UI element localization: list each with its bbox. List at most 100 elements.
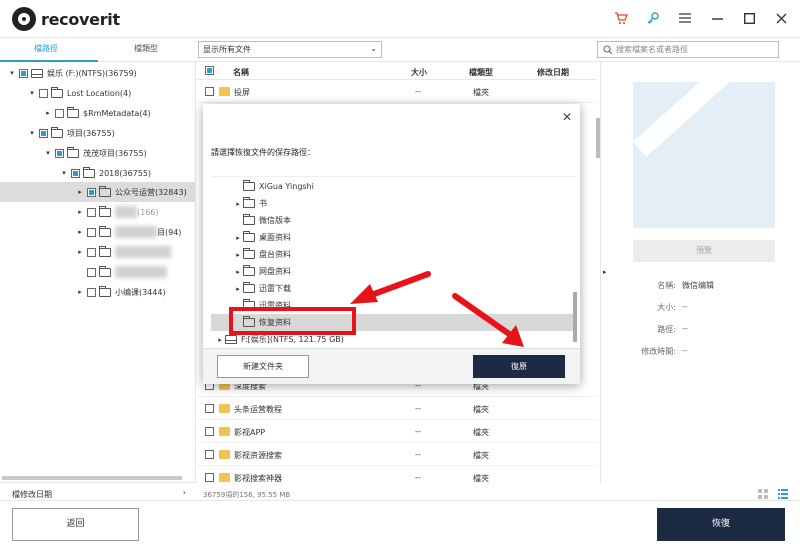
tree-node[interactable]: ▾ 项目(36755) xyxy=(0,123,195,143)
tree-node[interactable]: ▸ xyxy=(0,242,195,262)
folder-tree: ▾ 娱乐 (F:)(NTFS)(36759) ▾ Lost Location(4… xyxy=(0,62,196,482)
preview-thumbnail xyxy=(633,82,775,228)
close-icon[interactable] xyxy=(772,9,790,27)
chevron-right-icon[interactable]: ▸ xyxy=(76,188,84,196)
minimize-icon[interactable] xyxy=(708,9,726,27)
blurred-label xyxy=(115,226,157,238)
chevron-right-icon[interactable]: ▸ xyxy=(76,208,84,216)
tree-node[interactable]: ▾ Lost Location(4) xyxy=(0,83,195,103)
list-item[interactable]: 影视APP -- 檔夾 xyxy=(197,421,597,443)
tree-scrollbar[interactable] xyxy=(2,476,182,480)
checkbox[interactable] xyxy=(87,267,96,277)
select-all-checkbox[interactable] xyxy=(205,66,214,75)
column-size[interactable]: 大小 xyxy=(411,67,427,78)
preview-button[interactable]: 預覽 xyxy=(633,240,775,262)
tree-node[interactable]: ▾ 茂茂项目(36755) xyxy=(0,143,195,163)
list-item[interactable]: 投屏 -- 檔夾 xyxy=(197,81,597,103)
cart-icon[interactable] xyxy=(612,9,630,27)
tab-path[interactable]: 檔路徑 xyxy=(34,43,58,54)
checkbox[interactable] xyxy=(205,473,214,482)
dialog-tree-node[interactable]: 迅雷资料 xyxy=(211,297,577,314)
chevron-right-icon[interactable]: ▸ xyxy=(233,200,243,208)
column-type[interactable]: 檔類型 xyxy=(469,67,493,78)
restore-button[interactable]: 復原 xyxy=(473,355,565,378)
list-item[interactable]: 影视搜索神器 -- 檔夾 xyxy=(197,467,597,484)
dialog-tree-node[interactable]: ▸ 网盘资料 xyxy=(211,263,577,280)
checkbox[interactable] xyxy=(205,87,214,96)
checkbox[interactable] xyxy=(205,404,214,413)
tree-node-selected[interactable]: ▸ 公众号运营(32843) xyxy=(0,182,195,202)
checkbox[interactable] xyxy=(55,108,64,118)
tab-type[interactable]: 檔類型 xyxy=(134,43,158,54)
item-size: -- xyxy=(415,87,421,96)
item-size: -- xyxy=(415,404,421,413)
item-size: -- xyxy=(415,427,421,436)
checkbox[interactable] xyxy=(87,227,96,237)
collapse-panel-icon[interactable]: ▸ xyxy=(603,268,607,276)
menu-icon[interactable] xyxy=(676,9,694,27)
dialog-scrollbar[interactable] xyxy=(573,292,577,342)
dialog-tree-node-selected[interactable]: 恢复资料 xyxy=(211,314,577,331)
chevron-right-icon[interactable]: ▸ xyxy=(233,251,243,259)
chevron-down-icon[interactable]: ▾ xyxy=(28,129,36,137)
checkbox[interactable] xyxy=(87,247,96,257)
checkbox[interactable] xyxy=(87,207,96,217)
sort-by-modified[interactable]: 檔修改日期 › xyxy=(0,482,196,502)
chevron-right-icon[interactable]: ▸ xyxy=(233,268,243,276)
dialog-tree-node[interactable]: ▸ 书 xyxy=(211,195,577,212)
checkbox[interactable] xyxy=(205,450,214,459)
chevron-right-icon[interactable]: ▸ xyxy=(215,336,225,344)
chevron-right-icon[interactable]: ▸ xyxy=(233,234,243,242)
column-name[interactable]: 名稱 xyxy=(233,67,249,78)
chevron-down-icon[interactable]: ▾ xyxy=(28,89,36,97)
checkbox[interactable] xyxy=(87,287,96,297)
checkbox[interactable] xyxy=(55,148,64,158)
blurred-label xyxy=(115,206,137,218)
dialog-tree-node[interactable]: XiGua Yingshi xyxy=(211,178,577,195)
chevron-right-icon[interactable]: ▸ xyxy=(76,248,84,256)
dialog-tree-node[interactable]: ▸ 盘台资料 xyxy=(211,246,577,263)
recover-button[interactable]: 恢復 xyxy=(657,508,785,541)
tree-node[interactable]: ▾ 2018(36755) xyxy=(0,163,195,183)
file-filter-select[interactable]: 显示所有文件 ⌄ xyxy=(198,41,382,58)
chevron-down-icon[interactable]: ▾ xyxy=(44,149,52,157)
chevron-right-icon[interactable]: ▸ xyxy=(76,228,84,236)
chevron-right-icon[interactable]: ▸ xyxy=(44,109,52,117)
checkbox[interactable] xyxy=(71,168,80,178)
tree-node-label: $RmMetadata(4) xyxy=(83,108,151,118)
checkbox[interactable] xyxy=(19,68,28,78)
chevron-right-icon[interactable]: ▸ xyxy=(233,285,243,293)
list-item[interactable]: 影视资源搜索 -- 檔夾 xyxy=(197,444,597,466)
tree-node[interactable]: ▸ $RmMetadata(4) xyxy=(0,103,195,123)
column-modified[interactable]: 修改日期 xyxy=(537,67,569,78)
tree-node-label: Lost Location(4) xyxy=(67,88,132,98)
dialog-node-label: F:[娱乐](NTFS, 121.75 GB) xyxy=(241,335,344,344)
item-type: 檔夾 xyxy=(473,428,489,437)
tree-node[interactable] xyxy=(0,262,195,282)
checkbox[interactable] xyxy=(205,427,214,436)
tree-node[interactable]: ▸ (166) xyxy=(0,202,195,222)
new-folder-button[interactable]: 新建文件夹 xyxy=(217,355,309,378)
tree-node-label: 2018(36755) xyxy=(99,168,152,178)
chevron-down-icon[interactable]: ▾ xyxy=(8,69,16,77)
dialog-tree-node[interactable]: ▸ F:[娱乐](NTFS, 121.75 GB) xyxy=(211,331,577,348)
tree-node[interactable]: ▸ 小编课(3444) xyxy=(0,282,195,302)
checkbox[interactable] xyxy=(39,128,48,138)
chevron-down-icon[interactable]: ▾ xyxy=(60,169,68,177)
folder-icon xyxy=(99,265,111,277)
back-button[interactable]: 返回 xyxy=(12,508,139,541)
maximize-icon[interactable] xyxy=(740,9,758,27)
folder-icon xyxy=(243,231,255,242)
dialog-tree-node[interactable]: 微信版本 xyxy=(211,212,577,229)
tree-node[interactable]: ▸ 目(94) xyxy=(0,222,195,242)
dialog-tree-node[interactable]: ▸ 桌面资料 xyxy=(211,229,577,246)
chevron-right-icon[interactable]: ▸ xyxy=(76,288,84,296)
tree-node[interactable]: ▾ 娱乐 (F:)(NTFS)(36759) xyxy=(0,63,195,83)
checkbox[interactable] xyxy=(87,187,96,197)
key-icon[interactable] xyxy=(644,9,662,27)
list-item[interactable]: 头条运营教程 -- 檔夾 xyxy=(197,398,597,420)
checkbox[interactable] xyxy=(39,88,48,98)
dialog-close-icon[interactable]: ✕ xyxy=(562,110,572,124)
dialog-tree-node[interactable]: ▸ 迅雷下载 xyxy=(211,280,577,297)
search-input[interactable]: 搜索檔案名或者路徑 xyxy=(597,41,779,58)
